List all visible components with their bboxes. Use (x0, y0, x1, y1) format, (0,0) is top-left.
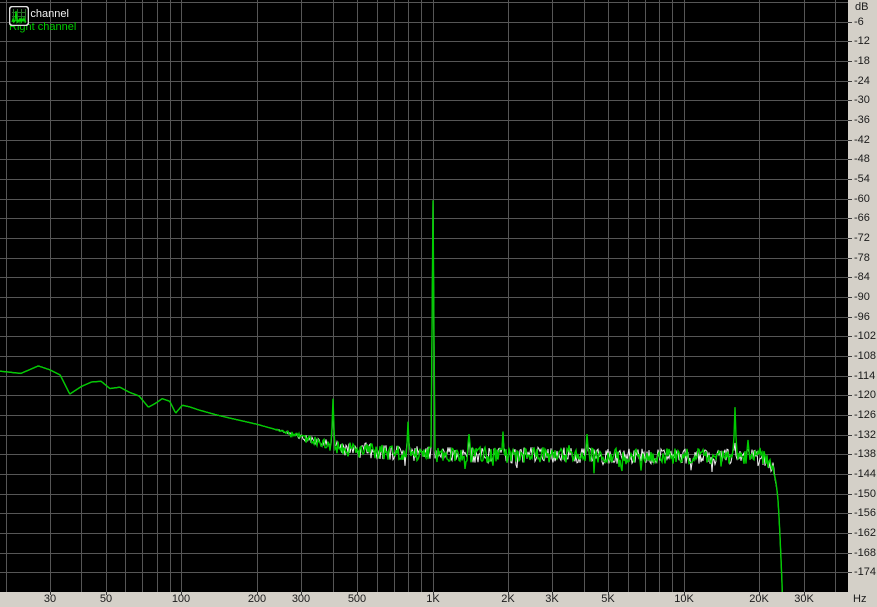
y-tick-mark (848, 513, 852, 514)
y-tick-label: -150 (854, 488, 877, 500)
y-tick-label: -138 (854, 448, 877, 460)
y-tick-label: -108 (854, 350, 877, 362)
y-tick-mark (848, 376, 852, 377)
y-tick-label: -114 (854, 370, 876, 382)
x-tick-label: 3K (545, 593, 559, 605)
y-tick-mark (848, 553, 852, 554)
x-axis-unit-label: Hz (853, 593, 867, 605)
spectrum-analyzer-window: Left channel Right channel dB -6 -12 -18 -2… (0, 0, 877, 607)
y-tick-label: -48 (854, 153, 870, 165)
x-tick-label: 1K (426, 593, 440, 605)
y-tick-label: -54 (854, 173, 870, 185)
y-tick-label: -12 (854, 35, 870, 47)
x-axis-strip: Hz 30 50 100 200 300 500 1K 2K 3K 5K 10K 20K 30K (0, 592, 877, 607)
y-tick-label: -168 (854, 547, 877, 559)
y-tick-label: -24 (854, 75, 870, 87)
y-tick-mark (848, 199, 852, 200)
y-tick-mark (848, 120, 852, 121)
y-tick-label: -156 (854, 507, 877, 519)
y-tick-label: -60 (854, 193, 870, 205)
y-tick-mark (848, 454, 852, 455)
x-tick-label: 30K (794, 593, 814, 605)
y-tick-mark (848, 159, 852, 160)
x-tick-label: 200 (247, 593, 267, 605)
y-tick-label: -132 (854, 429, 877, 441)
y-tick-mark (848, 336, 852, 337)
y-tick-mark (848, 533, 852, 534)
y-tick-label: -30 (854, 94, 870, 106)
x-tick-label: 100 (171, 593, 191, 605)
y-tick-label: -66 (854, 212, 870, 224)
y-axis-unit-label: dB (855, 1, 869, 13)
y-tick-mark (848, 297, 852, 298)
y-tick-label: -72 (854, 232, 870, 244)
x-tick-label: 2K (501, 593, 515, 605)
y-tick-label: -42 (854, 134, 870, 146)
y-tick-mark (848, 395, 852, 396)
y-tick-mark (848, 61, 852, 62)
x-tick-label: 10K (674, 593, 694, 605)
y-tick-label: -120 (854, 389, 877, 401)
x-tick-label: 5K (601, 593, 615, 605)
y-tick-label: -90 (854, 291, 870, 303)
y-tick-mark (848, 277, 852, 278)
y-tick-label: -18 (854, 55, 870, 67)
y-tick-mark (848, 22, 852, 23)
y-tick-label: -102 (854, 330, 877, 342)
y-tick-mark (848, 415, 852, 416)
x-tick-label: 30 (43, 593, 57, 605)
x-tick-label: 50 (99, 593, 113, 605)
y-tick-label: -84 (854, 271, 870, 283)
y-tick-mark (848, 474, 852, 475)
y-tick-mark (848, 317, 852, 318)
y-tick-label: -174 (854, 566, 877, 578)
y-tick-mark (848, 179, 852, 180)
y-tick-label: -144 (854, 468, 877, 480)
x-tick-label: 20K (749, 593, 769, 605)
y-tick-mark (848, 238, 852, 239)
y-tick-mark (848, 572, 852, 573)
x-tick-label: 500 (347, 593, 367, 605)
y-tick-mark (848, 435, 852, 436)
plot-area[interactable]: Left channel Right channel (0, 0, 848, 592)
y-tick-mark (848, 140, 852, 141)
y-tick-mark (848, 218, 852, 219)
y-tick-mark (848, 100, 852, 101)
y-tick-mark (848, 81, 852, 82)
y-tick-mark (848, 494, 852, 495)
y-tick-mark (848, 41, 852, 42)
y-tick-label: -78 (854, 252, 870, 264)
x-tick-label: 300 (291, 593, 311, 605)
y-tick-label: -36 (854, 114, 870, 126)
grid-lines (0, 0, 848, 592)
y-tick-label: -126 (854, 409, 877, 421)
y-tick-label: -96 (854, 311, 870, 323)
y-tick-label: -6 (854, 16, 864, 28)
y-axis-strip: dB -6 -12 -18 -24 -30 -36 -42 -48 -54 -60 -66 -72 -7… (848, 0, 877, 592)
y-tick-label: -162 (854, 527, 877, 539)
spectrum-chart (0, 0, 848, 592)
y-tick-mark (848, 356, 852, 357)
y-tick-mark (848, 258, 852, 259)
